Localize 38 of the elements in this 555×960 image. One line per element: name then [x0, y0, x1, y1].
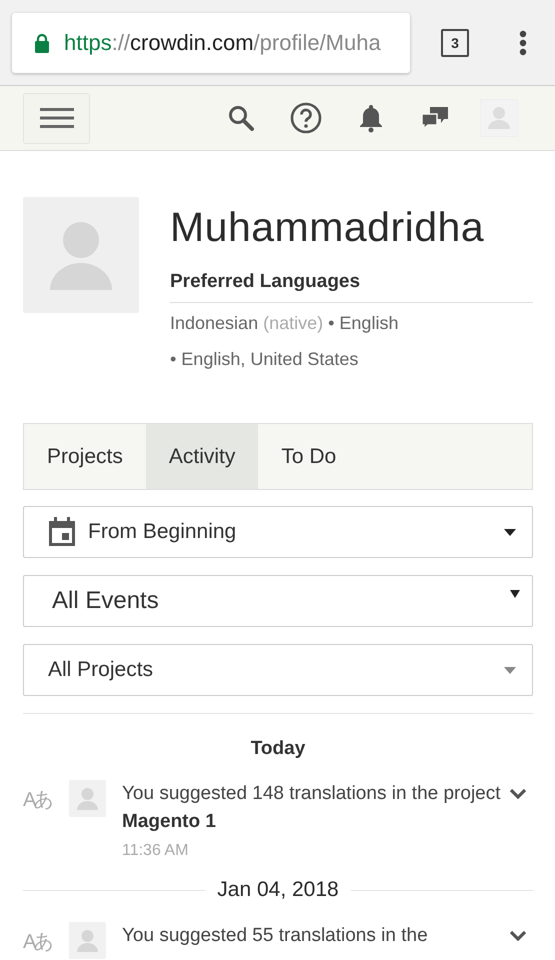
activity-text: You suggested 55 translations in the [122, 924, 429, 948]
date-heading: Jan 04, 2018 [217, 878, 339, 902]
url-text: https://crowdin.com/profile/Muha [64, 30, 381, 56]
calendar-icon [48, 517, 76, 547]
caret-icon [510, 590, 520, 598]
section-title: Preferred Languages [170, 257, 533, 303]
lock-icon [34, 32, 50, 52]
bell-icon[interactable] [358, 103, 384, 133]
search-icon[interactable] [228, 105, 254, 131]
avatar-icon [23, 197, 139, 313]
activity-text: You suggested 148 translations in the project Magento 1 [122, 782, 502, 834]
filter-select[interactable]: All Events [23, 575, 533, 627]
date-heading: Today [250, 738, 306, 760]
caret-icon [504, 528, 516, 536]
more-menu-icon[interactable] [519, 30, 527, 56]
language: • English, United States [170, 349, 358, 370]
chevron-down-icon[interactable] [509, 788, 527, 799]
language-note: (native) [263, 313, 324, 334]
language: • English [328, 313, 398, 334]
filter-select[interactable]: All Projects [23, 644, 533, 696]
tab[interactable]: To Do [258, 424, 360, 489]
user-name: Muhammadridha [170, 203, 486, 252]
translate-icon: Aあ [23, 786, 69, 813]
address-bar[interactable]: https://crowdin.com/profile/Muha [12, 12, 410, 72]
timestamp: 11:36 AM [122, 842, 190, 860]
tab[interactable]: Activity [146, 424, 258, 489]
avatar-icon [69, 780, 106, 817]
language: Indonesian [170, 313, 258, 334]
avatar-icon [69, 922, 106, 959]
tab[interactable]: Projects [24, 424, 146, 489]
translate-icon: Aあ [23, 928, 69, 955]
caret-icon [504, 666, 516, 674]
tab-count-button[interactable]: 3 [441, 28, 469, 56]
filter-select[interactable]: From Beginning [23, 506, 533, 558]
menu-icon [40, 107, 74, 129]
menu-button[interactable] [23, 92, 90, 144]
chevron-down-icon[interactable] [509, 930, 527, 941]
help-icon[interactable] [290, 102, 322, 134]
